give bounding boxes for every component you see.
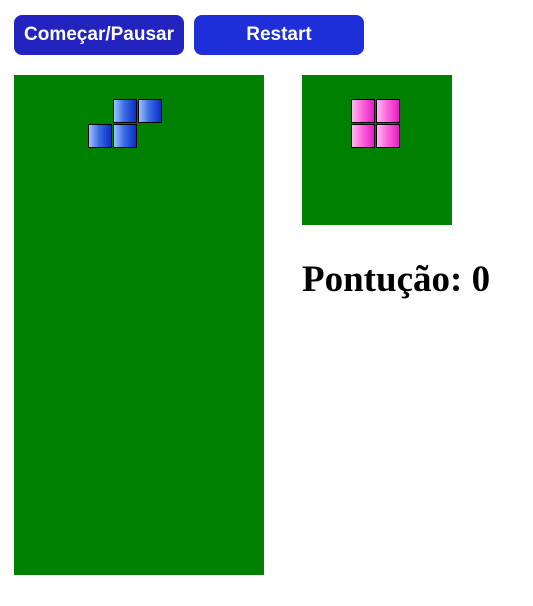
next-piece-block <box>376 99 400 123</box>
next-piece-preview <box>302 75 452 225</box>
game-board <box>14 75 264 575</box>
score-label: Pontução: <box>302 259 463 300</box>
falling-piece-block <box>113 124 137 148</box>
falling-piece-block <box>113 99 137 123</box>
score-display: Pontução: 0 <box>302 258 490 301</box>
next-piece-block <box>351 99 375 123</box>
next-piece-block <box>351 124 375 148</box>
score-value: 0 <box>471 259 491 300</box>
falling-piece-block <box>88 124 112 148</box>
restart-button[interactable]: Restart <box>194 15 364 55</box>
next-piece-block <box>376 124 400 148</box>
falling-piece-block <box>138 99 162 123</box>
start-pause-button[interactable]: Começar/Pausar <box>14 15 184 55</box>
